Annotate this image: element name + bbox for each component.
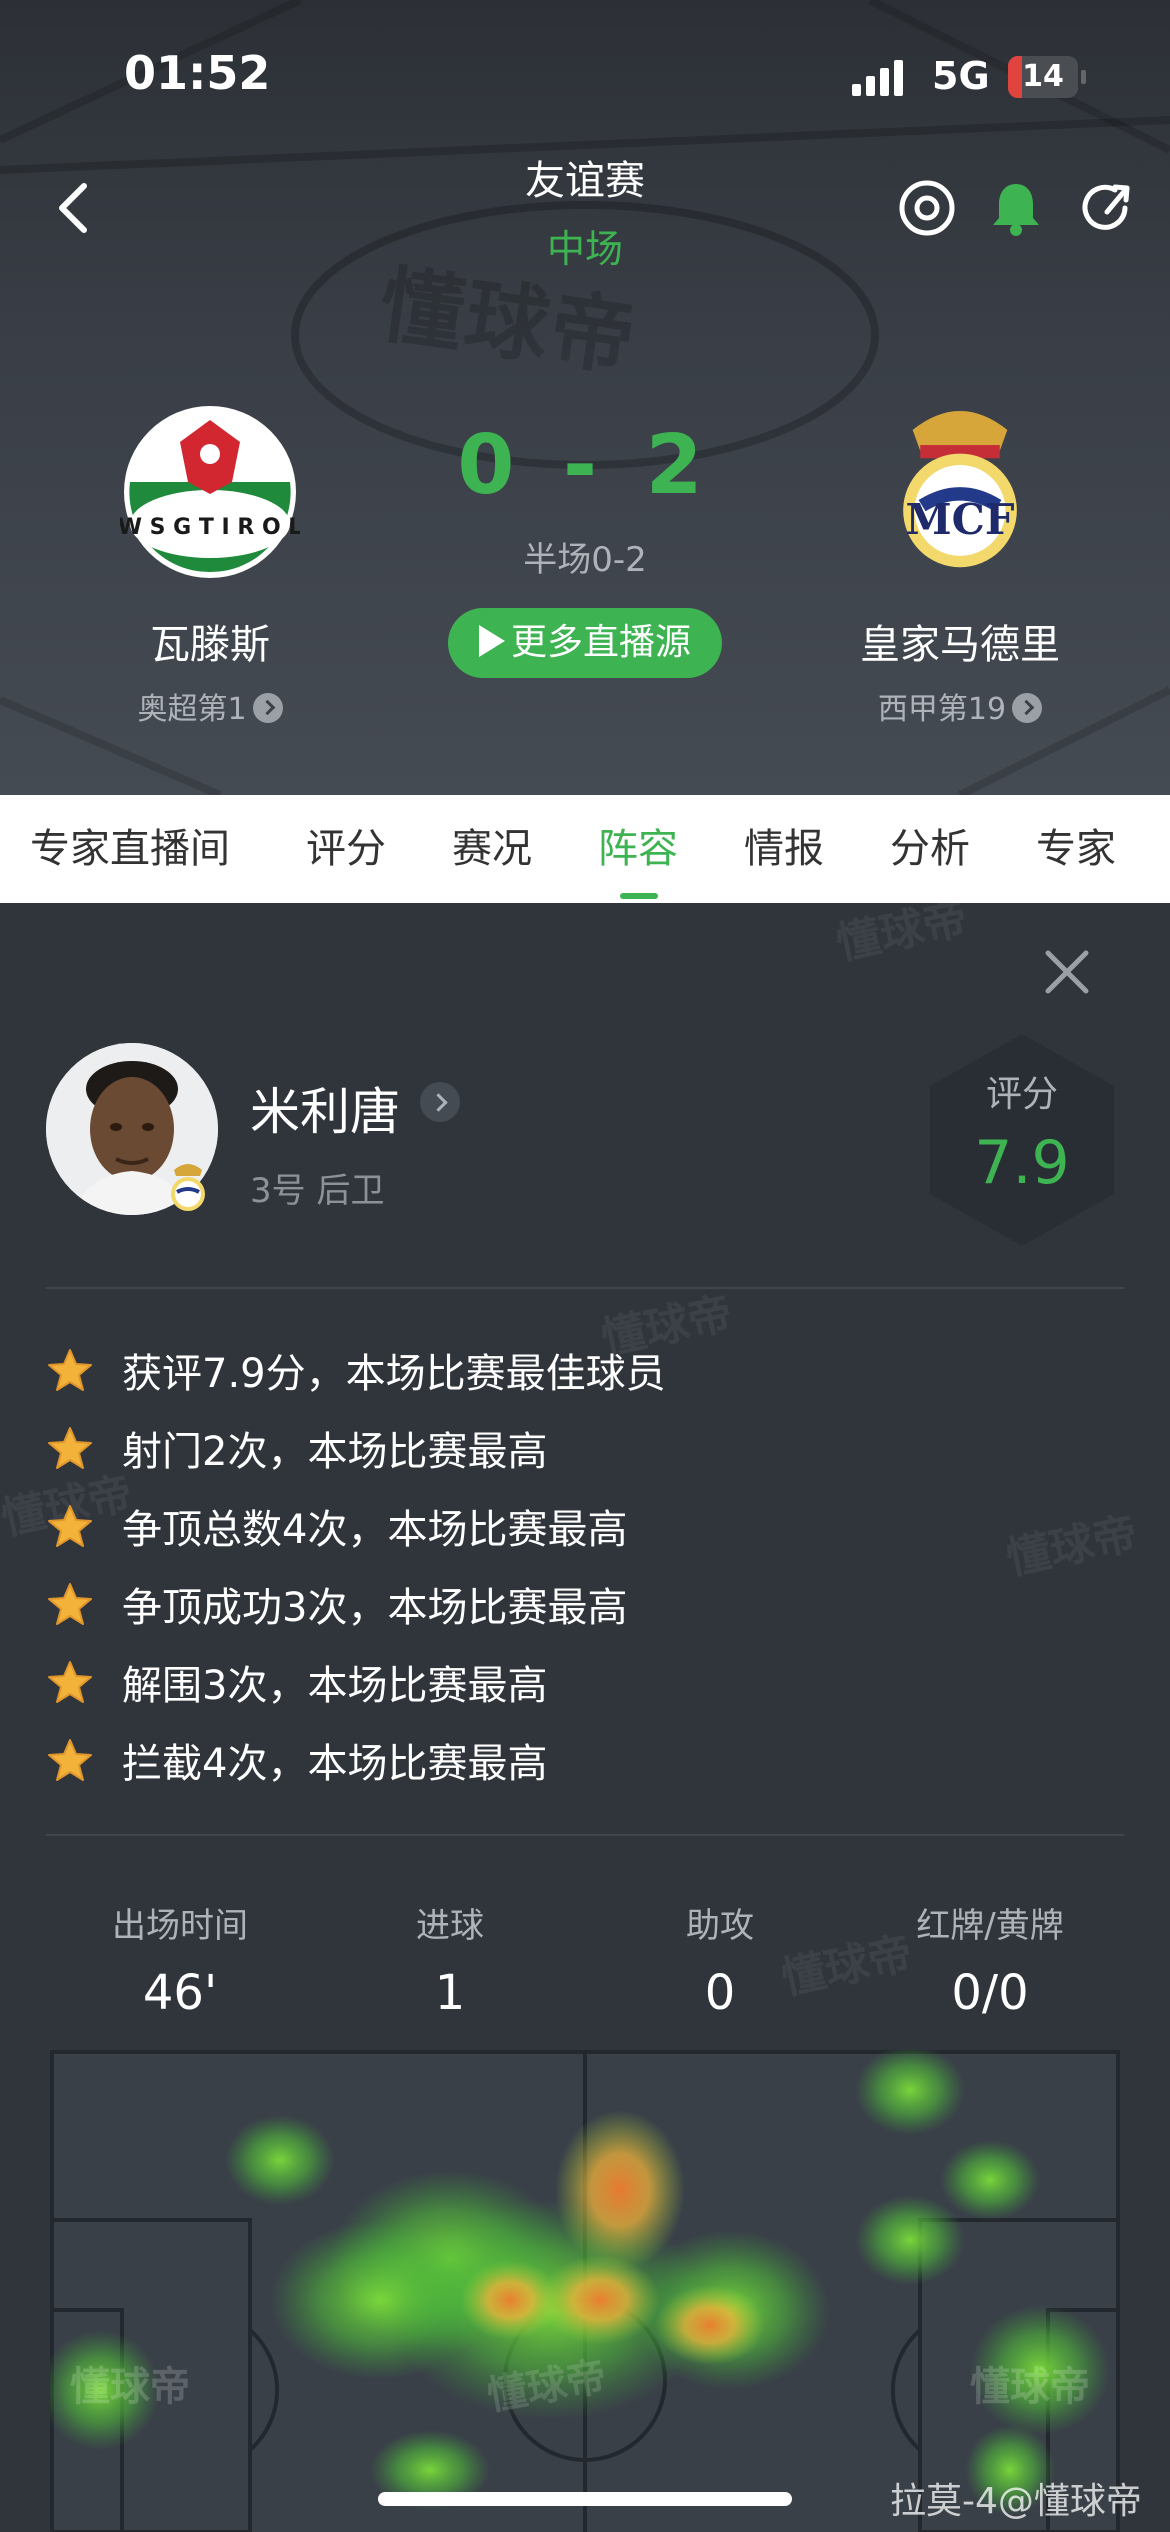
list-item: 获评7.9分，本场比赛最佳球员 (46, 1335, 1124, 1413)
battery-tip (1081, 70, 1086, 84)
close-icon[interactable] (1042, 947, 1092, 997)
divider (46, 1287, 1124, 1289)
stat-value: 1 (434, 1965, 466, 2021)
match-type: 友谊赛 (525, 158, 645, 204)
tab-lineup[interactable]: 阵容 (598, 795, 678, 903)
chevron-right-icon (252, 692, 283, 723)
list-item: 争顶总数4次，本场比赛最高 (46, 1491, 1124, 1569)
tab-bar: 专家直播间 评分 赛况 阵容 情报 分析 专家 (0, 795, 1170, 903)
star-icon (48, 1739, 92, 1781)
star-icon (48, 1661, 92, 1703)
stat-goals: 进球 1 (300, 1898, 600, 2021)
stat-label: 助攻 (686, 1906, 754, 1946)
target-icon[interactable] (897, 178, 957, 238)
svg-text:MCF: MCF (906, 495, 1015, 544)
achievement-text: 拦截4次，本场比赛最高 (122, 1741, 548, 1787)
achievement-text: 获评7.9分，本场比赛最佳球员 (122, 1351, 666, 1397)
network-type: 5G (932, 54, 990, 98)
achievement-text: 解围3次，本场比赛最高 (122, 1663, 548, 1709)
star-icon (48, 1505, 92, 1547)
tab-experts[interactable]: 专家 (1036, 795, 1116, 903)
achievement-text: 射门2次，本场比赛最高 (122, 1429, 548, 1475)
away-team-rank-text: 西甲第19 (877, 692, 1007, 727)
player-number-position: 3号 后卫 (250, 1171, 385, 1211)
credit-text: 拉莫-4@懂球帝 (890, 2481, 1142, 2522)
star-icon (48, 1427, 92, 1469)
achievement-list: 获评7.9分，本场比赛最佳球员 射门2次，本场比赛最高 争顶总数4次，本场比赛最… (46, 1335, 1124, 1803)
home-logo-text: W S G T I R O L (120, 515, 300, 540)
player-name[interactable]: 米利唐 (250, 1072, 400, 1144)
heatmap: 懂球帝 懂球帝 懂球帝 (50, 2050, 1120, 2532)
stat-label: 进球 (416, 1906, 484, 1946)
half-time-score: 半场0-2 (523, 540, 647, 580)
battery-level: 14 (1022, 59, 1064, 94)
chevron-right-icon[interactable] (420, 1082, 460, 1122)
list-item: 解围3次，本场比赛最高 (46, 1647, 1124, 1725)
battery-icon: 14 (1008, 56, 1078, 98)
play-icon (478, 625, 505, 657)
rating-value: 7.9 (974, 1128, 1070, 1198)
home-team-rank-text: 奥超第1 (137, 692, 247, 727)
home-team-rank[interactable]: 奥超第1 (60, 684, 360, 728)
match-stage: 中场 (546, 227, 623, 271)
list-item: 拦截4次，本场比赛最高 (46, 1725, 1124, 1803)
active-tab-indicator (620, 893, 658, 899)
home-team-name[interactable]: 瓦滕斯 (60, 612, 360, 670)
score-home: 0 (457, 418, 525, 513)
club-badge-icon (171, 1164, 205, 1211)
score: 0 - 2 (435, 418, 735, 513)
rating-label: 评分 (985, 1074, 1058, 1115)
stat-assists: 助攻 0 (570, 1898, 870, 2021)
chevron-right-icon (1012, 692, 1043, 723)
star-icon (48, 1583, 92, 1625)
star-icon (48, 1349, 92, 1391)
status-bar: 01:52 5G 14 (0, 0, 1170, 150)
achievement-text: 争顶成功3次，本场比赛最高 (122, 1585, 628, 1631)
divider (46, 1834, 1124, 1836)
list-item: 射门2次，本场比赛最高 (46, 1413, 1124, 1491)
home-indicator[interactable] (378, 2492, 792, 2506)
tab-intel[interactable]: 情报 (744, 795, 824, 903)
away-team-rank[interactable]: 西甲第19 (810, 684, 1110, 728)
stat-minutes: 出场时间 46' (30, 1898, 330, 2021)
bell-icon[interactable] (986, 178, 1046, 238)
list-item: 争顶成功3次，本场比赛最高 (46, 1569, 1124, 1647)
back-icon[interactable] (50, 178, 100, 238)
stat-cards: 红牌/黄牌 0/0 (840, 1898, 1140, 2021)
stat-label: 出场时间 (112, 1906, 248, 1946)
signal-icon (852, 60, 903, 96)
stat-value: 0 (704, 1965, 736, 2021)
player-stats: 出场时间 46' 进球 1 助攻 0 红牌/黄牌 0/0 (0, 1898, 1170, 2048)
heatmap-watermark: 懂球帝 (70, 2364, 190, 2410)
more-live-sources-label: 更多直播源 (510, 622, 691, 663)
share-icon[interactable] (1077, 178, 1137, 238)
away-team-logo[interactable]: MCF (870, 392, 1050, 572)
achievement-text: 争顶总数4次，本场比赛最高 (122, 1507, 628, 1553)
tab-expert-live[interactable]: 专家直播间 (30, 795, 230, 903)
stat-value: 46' (142, 1965, 218, 2021)
tab-rating[interactable]: 评分 (306, 795, 386, 903)
away-team-name[interactable]: 皇家马德里 (810, 612, 1110, 670)
stat-value: 0/0 (951, 1965, 1029, 2021)
status-time: 01:52 (124, 46, 271, 100)
home-team-logo[interactable]: W S G T I R O L (120, 402, 300, 582)
score-separator: - (562, 418, 608, 513)
heatmap-watermark: 懂球帝 (970, 2364, 1090, 2410)
more-live-sources-button[interactable]: 更多直播源 (448, 608, 722, 678)
stat-label: 红牌/黄牌 (916, 1906, 1064, 1946)
tab-match-events[interactable]: 赛况 (452, 795, 532, 903)
score-away: 2 (645, 418, 713, 513)
